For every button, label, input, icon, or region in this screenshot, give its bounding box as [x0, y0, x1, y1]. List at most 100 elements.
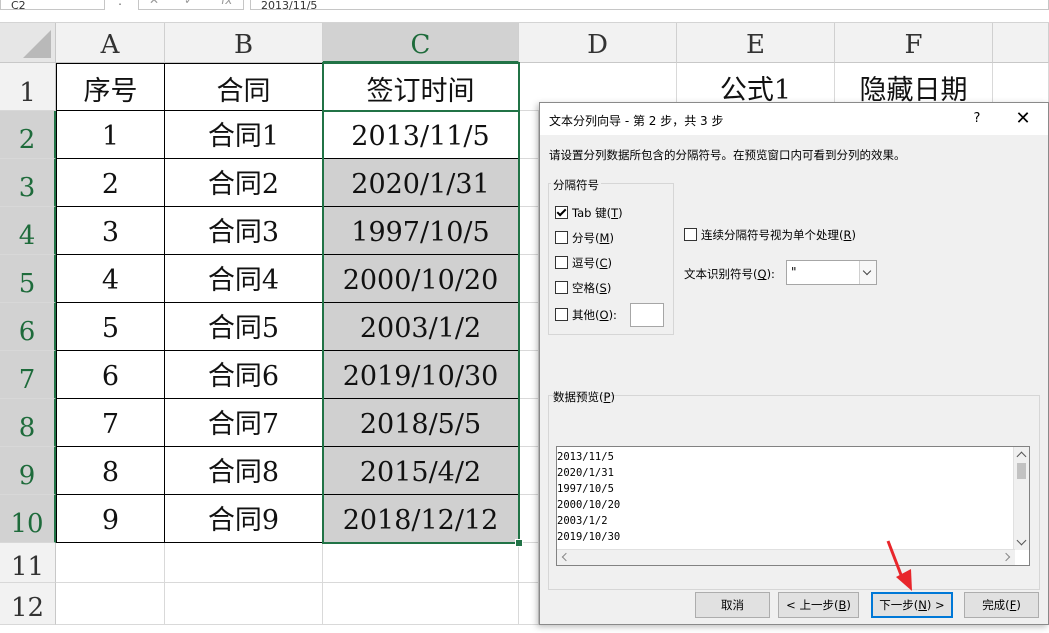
column-header-e[interactable]: E: [677, 23, 835, 63]
scroll-thumb[interactable]: [1017, 463, 1026, 479]
select-all-corner[interactable]: [0, 23, 56, 63]
dialog-titlebar[interactable]: 文本分列向导 - 第 2 步，共 3 步 ? ✕: [540, 103, 1048, 135]
cell-empty[interactable]: [519, 111, 539, 159]
date-cell[interactable]: 2018/12/12: [323, 495, 519, 543]
cell-empty[interactable]: [165, 543, 323, 583]
comma-checkbox[interactable]: 逗号(C): [555, 255, 612, 271]
column-header-b[interactable]: B: [165, 23, 323, 63]
date-cell[interactable]: 2019/10/30: [323, 351, 519, 399]
text-qualifier-select[interactable]: ": [786, 260, 877, 285]
contract-cell[interactable]: 合同8: [165, 447, 323, 495]
seq-cell[interactable]: 5: [56, 303, 165, 351]
chevron-up-icon[interactable]: [1016, 451, 1027, 462]
row-header-10[interactable]: 10: [0, 495, 56, 543]
fx-icon[interactable]: fx: [221, 0, 232, 7]
name-box[interactable]: C2: [0, 0, 105, 12]
seq-cell[interactable]: 1: [56, 111, 165, 159]
cell-empty[interactable]: [519, 303, 539, 351]
date-cell[interactable]: 2000/10/20: [323, 255, 519, 303]
header-cell-contract[interactable]: 合同: [165, 63, 323, 111]
cell-empty[interactable]: [56, 543, 165, 583]
date-cell[interactable]: 2018/5/5: [323, 399, 519, 447]
close-button[interactable]: ✕: [1012, 108, 1034, 130]
cell-empty[interactable]: [519, 399, 539, 447]
row-header-11[interactable]: 11: [0, 543, 56, 583]
cell-empty[interactable]: [519, 583, 539, 625]
row-header-3[interactable]: 3: [0, 159, 56, 207]
date-cell[interactable]: 2020/1/31: [323, 159, 519, 207]
seq-cell[interactable]: 2: [56, 159, 165, 207]
vertical-scrollbar[interactable]: [1013, 447, 1029, 550]
cell-empty[interactable]: [323, 583, 519, 625]
formula-input[interactable]: 2013/11/5: [250, 0, 1049, 12]
contract-cell[interactable]: 合同3: [165, 207, 323, 255]
cell-empty[interactable]: [519, 159, 539, 207]
contract-cell[interactable]: 合同7: [165, 399, 323, 447]
chevron-right-icon[interactable]: [1001, 552, 1011, 562]
row-header-6[interactable]: 6: [0, 303, 56, 351]
row-header-4[interactable]: 4: [0, 207, 56, 255]
row-header-8[interactable]: 8: [0, 399, 56, 447]
help-button[interactable]: ?: [966, 108, 988, 130]
row-header-9[interactable]: 9: [0, 447, 56, 495]
cell-empty[interactable]: [519, 351, 539, 399]
column-header-f[interactable]: F: [835, 23, 993, 63]
seq-cell[interactable]: 7: [56, 399, 165, 447]
date-cell-active[interactable]: 2013/11/5: [323, 111, 519, 159]
header-cell-seq[interactable]: 序号: [56, 63, 165, 111]
date-cell[interactable]: 2003/1/2: [323, 303, 519, 351]
semicolon-checkbox[interactable]: 分号(M): [555, 230, 614, 246]
other-checkbox[interactable]: 其他(O):: [555, 307, 617, 323]
column-header-g[interactable]: [993, 23, 1049, 63]
tab-checkbox[interactable]: Tab 键(T): [555, 205, 623, 221]
chevron-down-icon[interactable]: [1016, 535, 1027, 546]
fill-handle[interactable]: [515, 539, 523, 547]
chevron-left-icon[interactable]: [561, 552, 571, 562]
other-delimiter-input[interactable]: [630, 303, 664, 327]
back-button[interactable]: < 上一步(B): [778, 592, 859, 618]
consecutive-delimiters-checkbox[interactable]: 连续分隔符号视为单个处理(R): [684, 227, 856, 243]
finish-button[interactable]: 完成(F): [964, 592, 1039, 618]
cell-empty[interactable]: [323, 543, 519, 583]
space-checkbox[interactable]: 空格(S): [555, 280, 611, 296]
cancel-icon[interactable]: ✕: [149, 0, 159, 7]
contract-cell[interactable]: 合同4: [165, 255, 323, 303]
contract-cell[interactable]: 合同6: [165, 351, 323, 399]
checkbox-icon[interactable]: [555, 231, 568, 244]
checkbox-icon[interactable]: [555, 281, 568, 294]
horizontal-scrollbar[interactable]: [557, 549, 1015, 565]
contract-cell[interactable]: 合同5: [165, 303, 323, 351]
cell-empty[interactable]: [519, 207, 539, 255]
row-header-7[interactable]: 7: [0, 351, 56, 399]
chevron-down-icon[interactable]: [859, 261, 876, 284]
checkbox-checked-icon[interactable]: [555, 206, 568, 219]
cancel-button[interactable]: 取消: [695, 592, 770, 618]
data-preview[interactable]: 2013/11/5 2020/1/31 1997/10/5 2000/10/20…: [556, 446, 1030, 566]
seq-cell[interactable]: 8: [56, 447, 165, 495]
contract-cell[interactable]: 合同1: [165, 111, 323, 159]
enter-icon[interactable]: ✓: [184, 0, 194, 7]
seq-cell[interactable]: 9: [56, 495, 165, 543]
next-button[interactable]: 下一步(N) >: [871, 592, 953, 618]
column-header-d[interactable]: D: [519, 23, 677, 63]
cell-empty[interactable]: [56, 583, 165, 625]
row-header-12[interactable]: 12: [0, 583, 56, 625]
checkbox-icon[interactable]: [684, 228, 697, 241]
contract-cell[interactable]: 合同9: [165, 495, 323, 543]
cell-empty[interactable]: [165, 583, 323, 625]
date-cell[interactable]: 2015/4/2: [323, 447, 519, 495]
column-header-c[interactable]: C: [323, 23, 519, 63]
seq-cell[interactable]: 4: [56, 255, 165, 303]
seq-cell[interactable]: 6: [56, 351, 165, 399]
checkbox-icon[interactable]: [555, 256, 568, 269]
row-header-5[interactable]: 5: [0, 255, 56, 303]
cell-empty[interactable]: [519, 543, 539, 583]
contract-cell[interactable]: 合同2: [165, 159, 323, 207]
cell-empty[interactable]: [519, 495, 539, 543]
row-header-2[interactable]: 2: [0, 111, 56, 159]
cell-empty[interactable]: [519, 255, 539, 303]
seq-cell[interactable]: 3: [56, 207, 165, 255]
row-header-1[interactable]: 1: [0, 63, 56, 111]
cell-empty[interactable]: [519, 447, 539, 495]
checkbox-icon[interactable]: [555, 308, 568, 321]
